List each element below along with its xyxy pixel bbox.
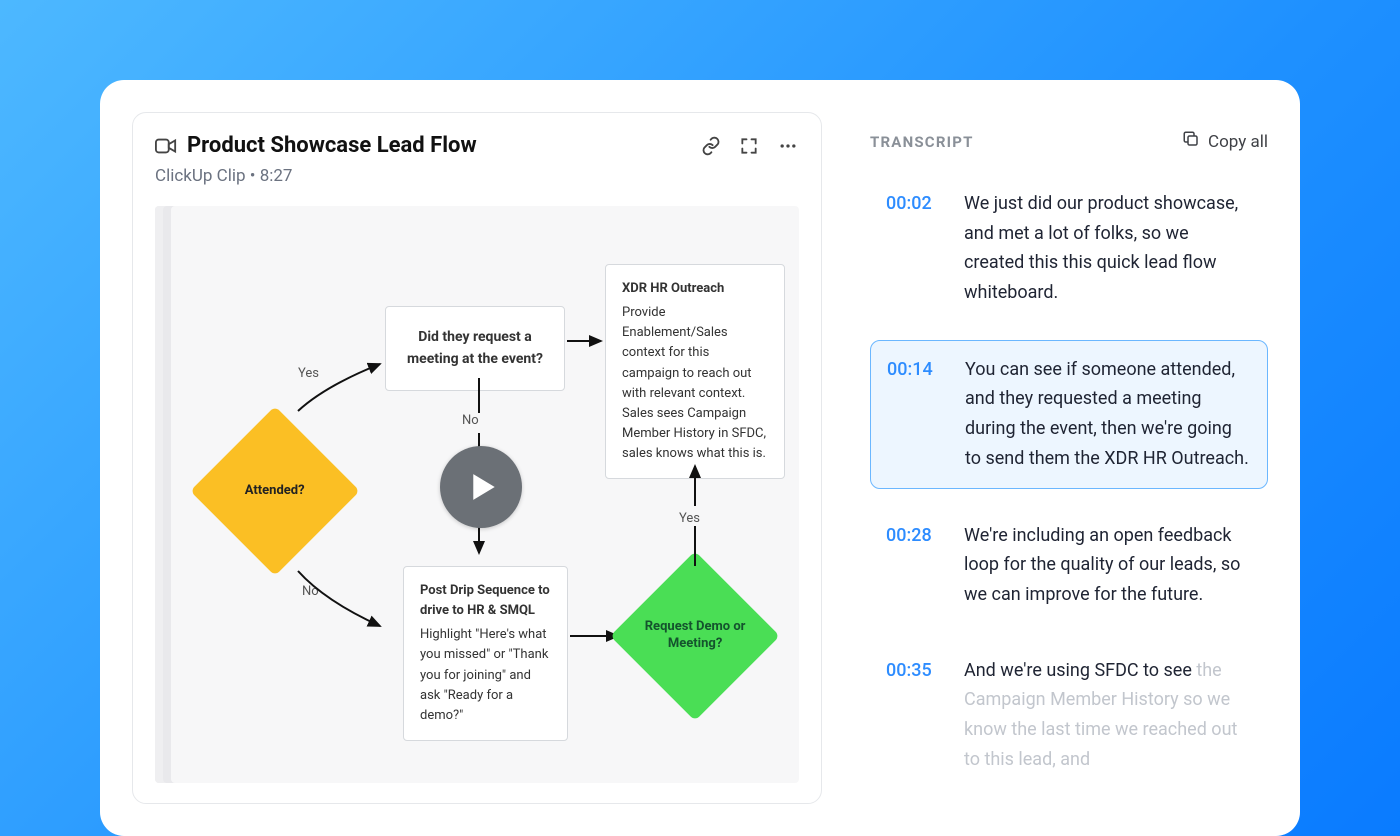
clip-source: ClickUp Clip	[155, 166, 246, 186]
entry-timestamp: 00:14	[887, 355, 943, 474]
arrow	[685, 461, 715, 571]
entry-text: You can see if someone attended, and the…	[965, 355, 1251, 474]
copy-all-button[interactable]: Copy all	[1182, 130, 1268, 153]
node-attended-label: Attended?	[239, 483, 311, 500]
entry-text: And we're using SFDC to see the Campaign…	[964, 656, 1252, 775]
link-icon[interactable]	[701, 136, 721, 156]
transcript-entries: 00:02 We just did our product showcase, …	[870, 175, 1268, 788]
node-xdr-title: XDR HR Outreach	[622, 279, 768, 299]
transcript-entry[interactable]: 00:28 We're including an open feedback l…	[870, 507, 1268, 624]
node-postdrip-body: Highlight "Here's what you missed" or "T…	[420, 627, 548, 723]
node-postdrip-title: Post Drip Sequence to drive to HR & SMQL	[420, 581, 551, 621]
clip-meta: ClickUp Clip • 8:27	[155, 166, 799, 186]
more-icon[interactable]	[777, 136, 799, 156]
node-postdrip: Post Drip Sequence to drive to HR & SMQL…	[403, 566, 568, 741]
node-attended: Attended?	[190, 406, 360, 576]
play-icon	[471, 472, 497, 502]
transcript-entry[interactable]: 00:35 And we're using SFDC to see the Ca…	[870, 642, 1268, 789]
clip-canvas: Attended? Yes No Did they request a meet…	[155, 206, 799, 783]
clip-title: Product Showcase Lead Flow	[187, 133, 691, 158]
arrow	[567, 331, 607, 351]
clip-actions	[701, 136, 799, 156]
copy-all-label: Copy all	[1208, 132, 1268, 152]
transcript-heading: TRANSCRIPT	[870, 133, 974, 151]
arrow	[295, 566, 395, 636]
node-xdr-body: Provide Enablement/Sales context for thi…	[622, 305, 766, 461]
video-icon	[155, 136, 177, 156]
node-request-meeting-label: Did they request a meeting at the event?	[407, 329, 543, 367]
copy-icon	[1182, 130, 1200, 153]
arrow	[295, 356, 395, 416]
clip-duration: 8:27	[260, 166, 293, 186]
transcript-panel: TRANSCRIPT Copy all 00:02 We just did ou…	[870, 112, 1268, 804]
transcript-header: TRANSCRIPT Copy all	[870, 112, 1268, 153]
clip-card: Product Showcase Lead Flow	[132, 112, 822, 804]
entry-timestamp: 00:02	[886, 189, 942, 308]
node-request-demo-label: Request Demo or Meeting?	[635, 619, 755, 653]
transcript-entry-active[interactable]: 00:14 You can see if someone attended, a…	[870, 340, 1268, 489]
transcript-entry[interactable]: 00:02 We just did our product showcase, …	[870, 175, 1268, 322]
play-button[interactable]	[440, 446, 522, 528]
entry-timestamp: 00:35	[886, 656, 942, 775]
node-xdr: XDR HR Outreach Provide Enablement/Sales…	[605, 264, 785, 479]
app-window: Product Showcase Lead Flow	[100, 80, 1300, 836]
entry-timestamp: 00:28	[886, 521, 942, 610]
expand-icon[interactable]	[739, 136, 759, 156]
clip-header: Product Showcase Lead Flow	[155, 133, 799, 158]
node-request-demo: Request Demo or Meeting?	[610, 551, 780, 721]
entry-text: We just did our product showcase, and me…	[964, 189, 1252, 308]
entry-text: We're including an open feedback loop fo…	[964, 521, 1252, 610]
